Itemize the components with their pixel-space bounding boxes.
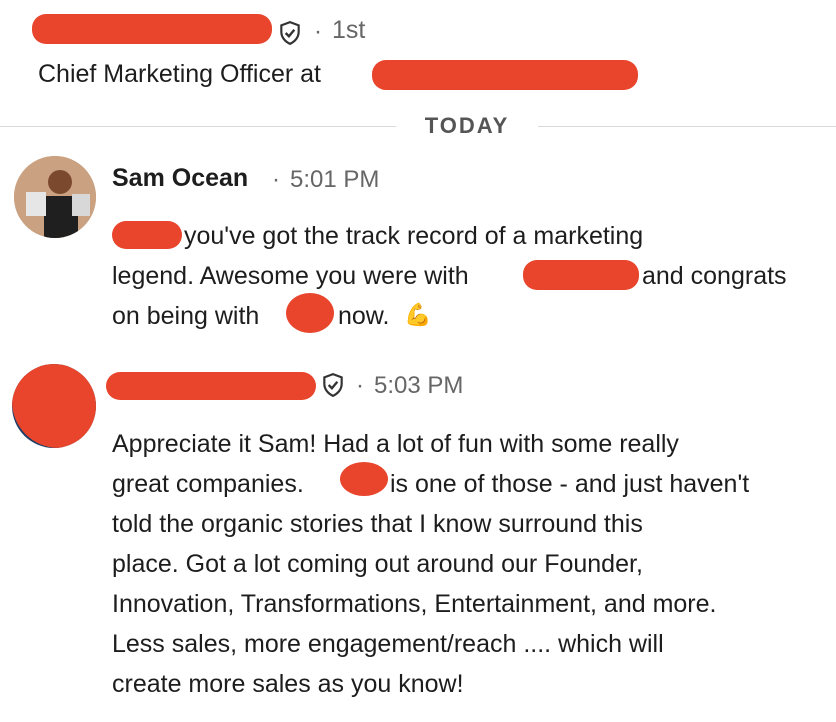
header-separator: · xyxy=(314,18,322,45)
message-line: create more sales as you know! xyxy=(112,670,464,698)
redacted-name xyxy=(112,221,182,249)
contact-title: Chief Marketing Officer at xyxy=(38,60,321,88)
message-line: is one of those - and just haven't xyxy=(390,470,750,498)
verified-shield-icon xyxy=(280,21,300,46)
redacted-company xyxy=(340,462,388,496)
message-line: you've got the track record of a marketi… xyxy=(184,222,644,250)
verified-shield-icon xyxy=(323,373,343,398)
redacted-company xyxy=(372,60,638,90)
message-separator: · xyxy=(356,372,364,399)
message-separator: · xyxy=(272,166,280,193)
message-line: place. Got a lot coming out around our F… xyxy=(112,550,643,578)
flexed-biceps-icon: 💪 xyxy=(404,302,432,327)
message-line: and congrats xyxy=(642,262,787,290)
avatar[interactable] xyxy=(14,156,96,238)
redacted-company xyxy=(286,293,334,333)
message-line: Less sales, more engagement/reach .... w… xyxy=(112,630,664,658)
redacted-avatar xyxy=(12,364,96,448)
conversation-header: · 1st Chief Marketing Officer at xyxy=(0,0,836,125)
avatar[interactable] xyxy=(12,364,96,448)
message-line: Appreciate it Sam! Had a lot of fun with… xyxy=(112,430,679,458)
redacted-company xyxy=(523,260,639,290)
message-time: 5:01 PM xyxy=(290,166,380,193)
message-line: now. xyxy=(338,302,390,330)
message-line: great companies. xyxy=(112,470,304,498)
redacted-sender-name xyxy=(106,372,316,400)
sender-name[interactable]: Sam Ocean xyxy=(112,164,248,193)
avatar-photo xyxy=(14,156,96,238)
divider-line-right xyxy=(538,126,836,127)
message-line: told the organic stories that I know sur… xyxy=(112,510,643,538)
redacted-contact-name xyxy=(32,14,272,44)
message-line: legend. Awesome you were with xyxy=(112,262,469,290)
message-line: Innovation, Transformations, Entertainme… xyxy=(112,590,717,618)
divider-line-left xyxy=(0,126,396,127)
connection-degree: 1st xyxy=(332,16,366,44)
date-divider: TODAY xyxy=(424,113,510,138)
message-line: on being with xyxy=(112,302,260,330)
message-time: 5:03 PM xyxy=(374,372,464,399)
